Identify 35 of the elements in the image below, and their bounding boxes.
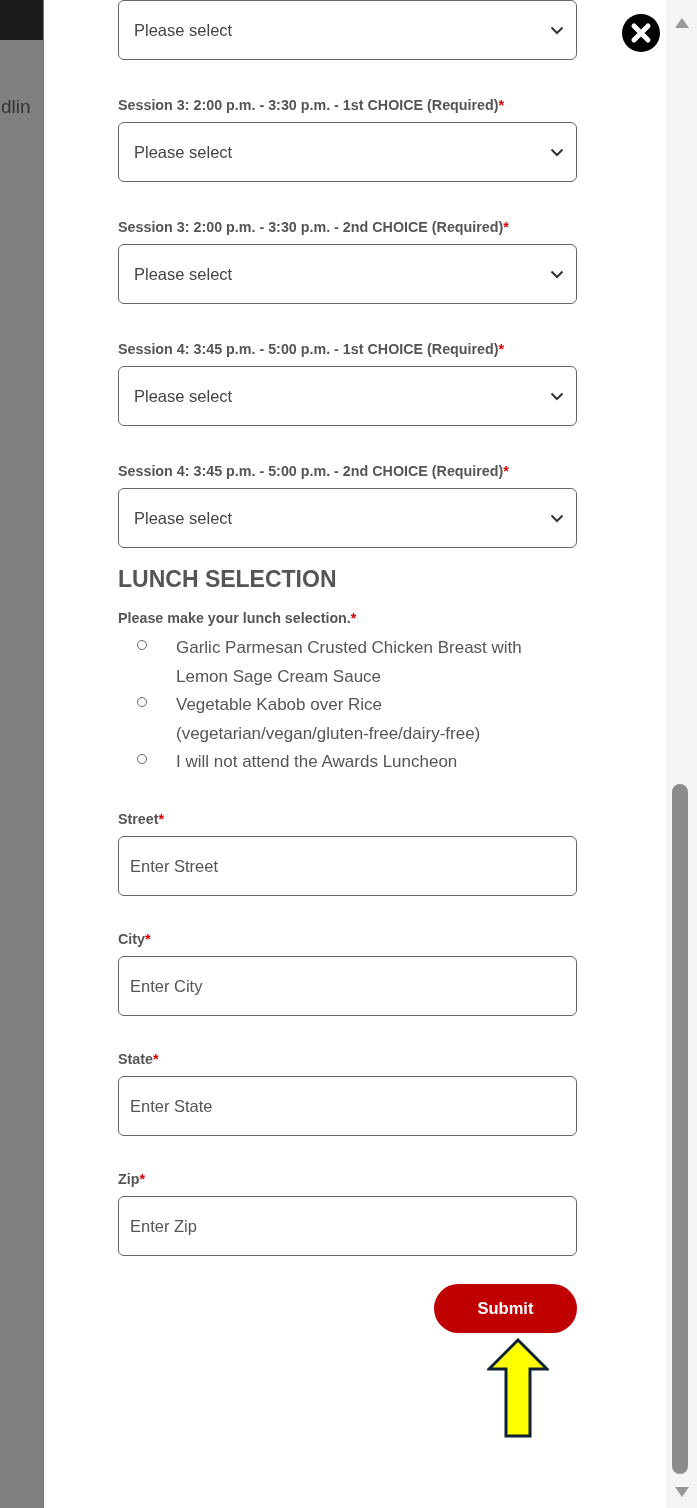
- submit-button[interactable]: Submit: [434, 1284, 577, 1333]
- close-icon[interactable]: [622, 14, 660, 52]
- scroll-down-icon[interactable]: [673, 1486, 690, 1498]
- chevron-icon: [550, 147, 564, 157]
- arrow-icon: [487, 1338, 549, 1438]
- field-label: Session 3: 2:00 p.m. - 3:30 p.m. - 2nd CHOICE (Required)*: [118, 219, 510, 235]
- radio-label[interactable]: I will not attend the Awards Luncheon: [176, 747, 556, 776]
- select-field[interactable]: Please select: [118, 366, 577, 426]
- scrollbar-thumb[interactable]: [672, 784, 688, 1474]
- input-field[interactable]: Enter Street: [118, 836, 577, 896]
- radio-label[interactable]: Vegetable Kabob over Rice (vegetarian/vegan/gluten-free/dairy-free): [176, 690, 556, 748]
- select-field[interactable]: Please select: [118, 0, 577, 60]
- field-label: Session 4: 3:45 p.m. - 5:00 p.m. - 2nd CHOICE (Required)*: [118, 463, 510, 479]
- select-field[interactable]: Please select: [118, 488, 577, 548]
- select-field[interactable]: Please select: [118, 244, 577, 304]
- chevron-icon: [550, 391, 564, 401]
- select-field[interactable]: Please select: [118, 122, 577, 182]
- field-label: Zip*: [118, 1171, 147, 1187]
- field-label: Session 3: 2:00 p.m. - 3:30 p.m. - 1st CHOICE (Required)*: [118, 97, 506, 113]
- chevron-icon: [550, 269, 564, 279]
- field-label: Street*: [118, 811, 166, 827]
- field-label: State*: [118, 1051, 160, 1067]
- input-field[interactable]: Enter State: [118, 1076, 577, 1136]
- top-bar: [0, 0, 43, 40]
- background-text: dlin: [1, 96, 31, 118]
- input-field[interactable]: Enter Zip: [118, 1196, 577, 1256]
- section-heading: LUNCH SELECTION: [118, 566, 338, 593]
- scroll-up-icon[interactable]: [673, 17, 690, 29]
- chevron-icon: [550, 513, 564, 523]
- chevron-icon: [550, 25, 564, 35]
- radio-label[interactable]: Garlic Parmesan Crusted Chicken Breast with Lemon Sage Cream Sauce: [176, 633, 556, 691]
- input-field[interactable]: Enter City: [118, 956, 577, 1016]
- field-label: Session 4: 3:45 p.m. - 5:00 p.m. - 1st CHOICE (Required)*: [118, 341, 506, 357]
- field-label: City*: [118, 931, 152, 947]
- question-label: Please make your lunch selection.*: [118, 610, 358, 626]
